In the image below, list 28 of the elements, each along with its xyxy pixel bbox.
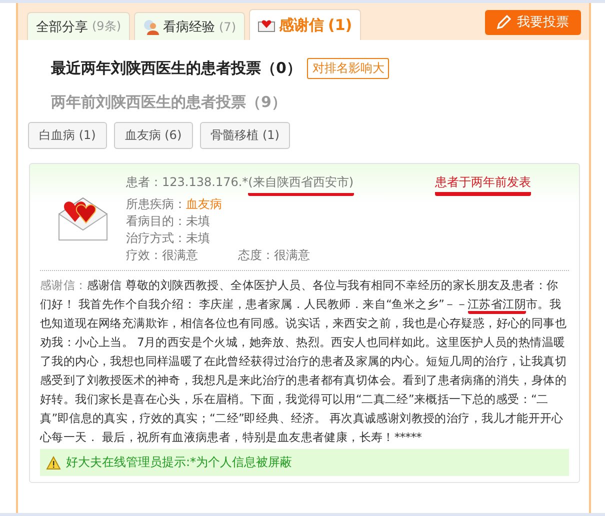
- patient-ip: 123.138.176.*: [162, 174, 248, 191]
- field-value: 很满意: [162, 247, 198, 264]
- heart-envelope-icon: [57, 196, 109, 242]
- tab[interactable]: 全部分享 (9条): [27, 12, 130, 40]
- notice-text: 好大夫在线管理员提示:*为个人信息被屏蔽: [66, 454, 292, 471]
- field-label: 治疗方式：: [126, 230, 186, 247]
- field-label: 看病目的：: [126, 213, 186, 230]
- field-label: 疗效：: [126, 247, 162, 264]
- heart-envelope-icon: [258, 18, 275, 32]
- field-value: 未填: [186, 230, 210, 247]
- pencil-icon: [497, 15, 511, 29]
- field-label: 所患疾病：: [126, 196, 186, 213]
- field-value: 很满意: [274, 247, 310, 264]
- section-title: 两年前刘陕西医生的患者投票（9）: [51, 93, 286, 112]
- publish-note: 患者于两年前发表: [435, 174, 531, 196]
- field-label: 态度：: [238, 247, 274, 264]
- warning-icon: [46, 456, 61, 470]
- patient-origin: (来自陕西省西安市): [248, 174, 354, 196]
- section-title: 最近两年刘陕西医生的患者投票（0）: [51, 59, 302, 78]
- person-icon: [143, 18, 159, 34]
- ranking-badge: 对排名影响大: [307, 58, 390, 79]
- tab[interactable]: 看病经验 (7): [134, 12, 245, 40]
- filter-button[interactable]: 骨髓移植 (1): [200, 122, 290, 149]
- field-label: 患者：: [126, 174, 162, 191]
- filter-button[interactable]: 血友病 (6): [114, 122, 193, 149]
- field-value: 未填: [186, 213, 210, 230]
- filter-button[interactable]: 白血病 (1): [28, 122, 107, 149]
- letter-text: 感谢信：感谢信 尊敬的刘陕西教授、全体医护人员、各位与我有相同不幸经历的家长朋友及患者：你们好！ 我首先作个自我介绍： 李庆崖，患者家属．人民教师．来自“鱼米之乡”－－江苏省江阴市。我 也知道现在网络充满欺诈，相信各位也有同感。说实话，来西安之前，我也是心存疑惑，好心的同事也劝我：小心上当。 7月的西安是个火城，她奔放、热烈。西安人也同样如此。这里医护人员的热情温暖了我的内心，我想也同样温暖了在此曾经获得过治疗的患者及家属的内心。短短几周的治疗，让我真切感受到了刘教授医术的神奇，我想凡是来此治疗的患者都有真切体会。看到了患者病痛的消失，身体的好转。我们家长是喜在心头，乐在眉梢。下面，我觉得可以用“二真二经”来概括一下总的感受：“二真”即信息的真实，疗效的真实；“二经”即经典、经济。 再次真诚感谢刘教授的治疗，我儿才能开开心心每一天． 最后，祝所有血液病患者，特别是血友患者健康，长寿！*****: [40, 277, 568, 446]
